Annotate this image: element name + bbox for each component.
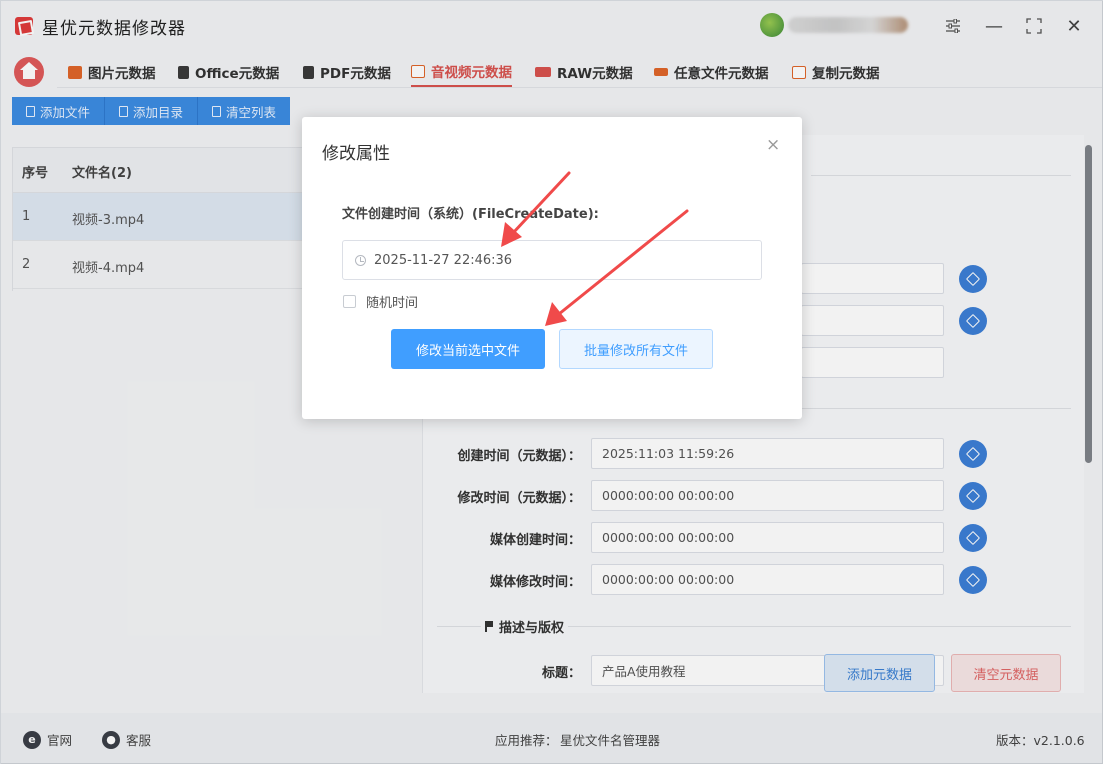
batch-modify-all-button[interactable]: 批量修改所有文件 [559, 329, 713, 369]
app-window: 星优元数据修改器 — ✕ 图片元数据 Office元数据 PDF元数据 音视频元… [0, 0, 1103, 764]
file-create-date-label: 文件创建时间（系统）(FileCreateDate): [342, 207, 599, 222]
random-time-option[interactable]: 随机时间 [343, 292, 418, 311]
dialog-close-button[interactable]: × [766, 135, 780, 155]
dialog-title: 修改属性 [322, 144, 390, 164]
modify-current-file-button[interactable]: 修改当前选中文件 [391, 329, 545, 369]
random-time-checkbox[interactable] [343, 295, 356, 308]
modify-attributes-dialog: 修改属性 × 文件创建时间（系统）(FileCreateDate): 2025-… [302, 117, 802, 419]
random-time-label: 随机时间 [366, 296, 419, 311]
date-value: 2025-11-27 22:46:36 [374, 252, 513, 268]
clock-icon [355, 254, 366, 266]
file-create-date-input[interactable]: 2025-11-27 22:46:36 [342, 240, 762, 280]
